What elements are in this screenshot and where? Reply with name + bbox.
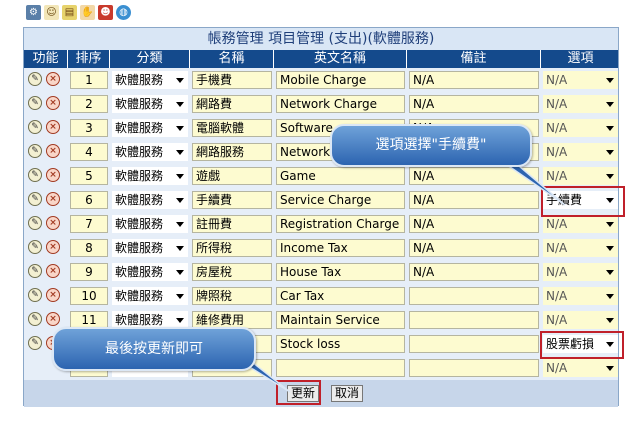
callout-option-tip: 選項選擇"手續費" [330,124,532,167]
callout-update-tip: 最後按更新即可 [52,327,256,371]
